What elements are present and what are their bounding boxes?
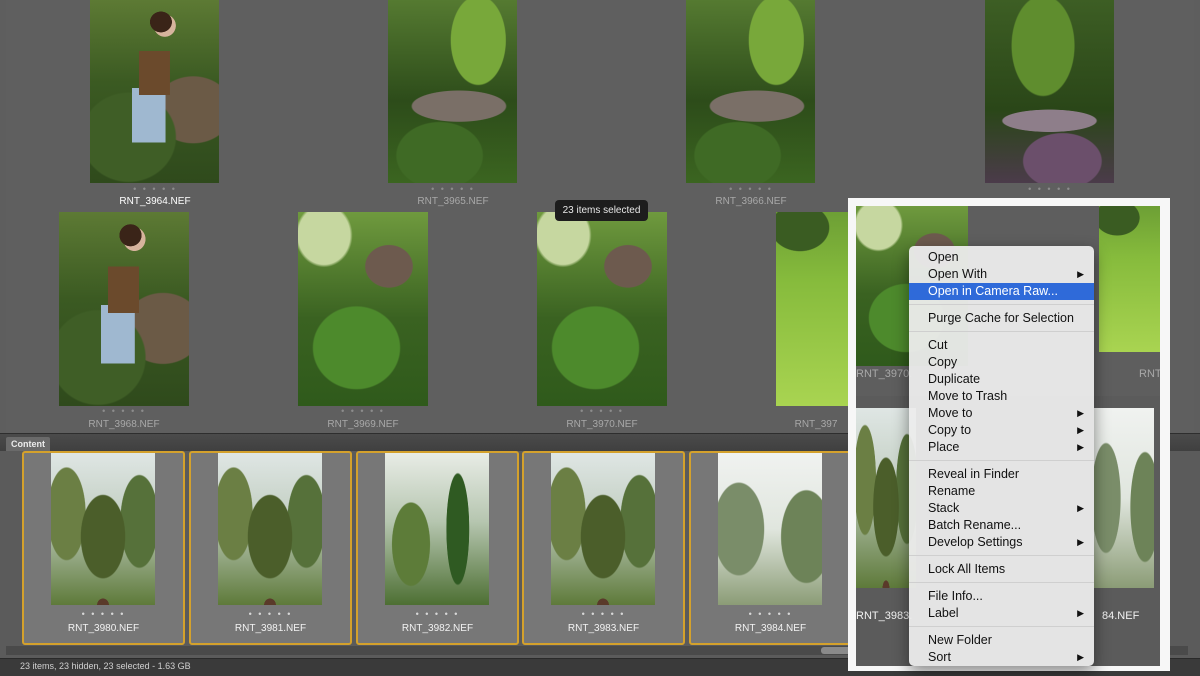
menu-item-sort[interactable]: Sort ▶ [909,649,1094,666]
content-item-rnt-3983[interactable]: • • • • • RNT_3983.NEF [522,451,685,645]
menu-item-stack[interactable]: Stack ▶ [909,500,1094,517]
thumbnail-rnt-3964[interactable] [90,0,219,183]
filename-label: RNT_3983. [856,610,913,622]
menu-item-cut[interactable]: Cut [909,337,1094,354]
menu-item-rename[interactable]: Rename [909,483,1094,500]
menu-item-open-with[interactable]: Open With ▶ [909,266,1094,283]
rating-stars[interactable]: • • • • • [524,609,683,619]
menu-separator [909,460,1094,461]
thumbnail-rnt-3966[interactable] [686,0,815,183]
filename-label: RNT_3981.NEF [234,623,307,634]
menu-separator [909,331,1094,332]
filename-label: RNT_3980.NEF [67,623,140,634]
menu-item-new-folder[interactable]: New Folder [909,632,1094,649]
menu-item-file-info[interactable]: File Info... [909,588,1094,605]
menu-item-move-to-trash[interactable]: Move to Trash [909,388,1094,405]
menu-item-move-to[interactable]: Move to ▶ [909,405,1094,422]
content-item-rnt-3980[interactable]: • • • • • RNT_3980.NEF [22,451,185,645]
rating-stars[interactable]: • • • • • [191,609,350,619]
submenu-arrow-icon: ▶ [1077,608,1084,618]
rating-stars[interactable]: • • • • • [358,609,517,619]
menu-item-label-text: Label [928,606,959,620]
content-item-rnt-3981[interactable]: • • • • • RNT_3981.NEF [189,451,352,645]
menu-item-label: Copy to [928,423,972,437]
thumbnail-rnt-3968[interactable] [59,212,189,406]
menu-item-duplicate[interactable]: Duplicate [909,371,1094,388]
thumbnail-rnt-3965[interactable] [388,0,517,183]
menu-item-lock-all-items[interactable]: Lock All Items [909,561,1094,578]
menu-item-copy-to[interactable]: Copy to ▶ [909,422,1094,439]
thumbnail-rnt-3969[interactable] [298,212,428,406]
thumbnail-rnt-3970[interactable] [537,212,667,406]
submenu-arrow-icon: ▶ [1077,442,1084,452]
filename-label: RNT_3970. [856,368,913,380]
rating-stars[interactable]: • • • • • [24,609,183,619]
submenu-arrow-icon: ▶ [1077,537,1084,547]
context-menu: Open Open With ▶ Open in Camera Raw... Pu… [909,246,1094,666]
menu-separator [909,304,1094,305]
selection-tooltip: 23 items selected [555,200,648,221]
submenu-arrow-icon: ▶ [1077,503,1084,513]
content-tab[interactable]: Content [6,437,50,451]
menu-item-copy[interactable]: Copy [909,354,1094,371]
rating-stars[interactable]: • • • • • [686,184,816,194]
filename-label: RNT [1139,368,1160,380]
rating-stars[interactable]: • • • • • [298,406,428,416]
menu-item-label: Sort [928,650,951,664]
filename-label: RNT_3970.NEF [566,419,638,430]
filename-label: RNT_3968.NEF [88,419,160,430]
photo-thumbnail [51,453,155,605]
menu-item-place[interactable]: Place ▶ [909,439,1094,456]
status-text: 23 items, 23 hidden, 23 selected - 1.63 … [20,661,191,671]
menu-item-label: Stack [928,501,960,515]
photo-thumbnail [551,453,655,605]
rating-stars[interactable]: • • • • • [537,406,667,416]
zoomed-thumbnail [1094,408,1154,588]
rating-stars[interactable]: • • • • • [691,609,850,619]
submenu-arrow-icon: ▶ [1077,269,1084,279]
menu-separator [909,626,1094,627]
zoomed-thumbnail [856,408,916,588]
filename-label: RNT_3984.NEF [734,623,807,634]
menu-separator [909,582,1094,583]
menu-item-open[interactable]: Open [909,249,1094,266]
filename-label: RNT_3965.NEF [417,196,489,207]
filename-label: RNT_3964.NEF [119,196,191,207]
photo-thumbnail [385,453,489,605]
submenu-arrow-icon: ▶ [1077,408,1084,418]
filename-label: RNT_3982.NEF [401,623,474,634]
menu-item-label[interactable]: Label ▶ [909,605,1094,622]
filename-label: RNT_3966.NEF [715,196,787,207]
zoomed-thumbnail [1099,206,1160,352]
filename-label: RNT_3969.NEF [327,419,399,430]
menu-item-open-in-camera-raw[interactable]: Open in Camera Raw... [909,283,1094,300]
filename-label: 84.NEF [1102,610,1140,622]
content-item-rnt-3982[interactable]: • • • • • RNT_3982.NEF [356,451,519,645]
rating-stars[interactable]: • • • • • [59,406,189,416]
filename-label: RNT_3983.NEF [567,623,640,634]
thumbnail-rnt-3967[interactable] [985,0,1114,183]
submenu-arrow-icon: ▶ [1077,425,1084,435]
menu-item-reveal-in-finder[interactable]: Reveal in Finder [909,466,1094,483]
menu-separator [909,555,1094,556]
rating-stars[interactable]: • • • • • [388,184,518,194]
submenu-arrow-icon: ▶ [1077,652,1084,662]
menu-item-label: Develop Settings [928,535,1023,549]
menu-item-purge-cache[interactable]: Purge Cache for Selection [909,310,1094,327]
menu-item-develop-settings[interactable]: Develop Settings ▶ [909,534,1094,551]
menu-item-label: Move to [928,406,973,420]
content-item-rnt-3984[interactable]: • • • • • RNT_3984.NEF [689,451,852,645]
rating-stars[interactable]: • • • • • [985,184,1115,194]
rating-stars[interactable]: • • • • • [90,184,220,194]
menu-item-label: Place [928,440,960,454]
thumbnail-rnt-3971[interactable] [776,212,856,406]
menu-item-batch-rename[interactable]: Batch Rename... [909,517,1094,534]
menu-item-label: Open With [928,267,988,281]
photo-thumbnail [718,453,822,605]
photo-thumbnail [218,453,322,605]
